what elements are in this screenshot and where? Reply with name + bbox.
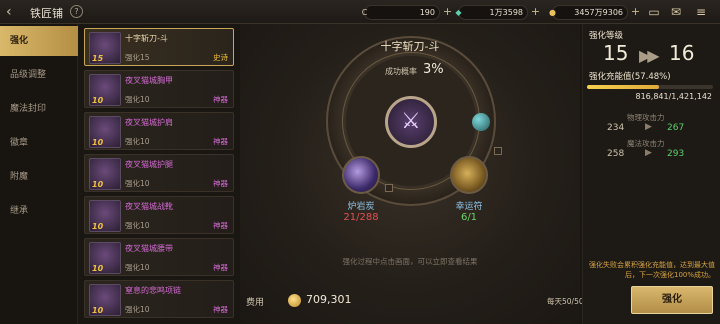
list-item[interactable]: 10 夜叉猫城胸甲 强化10 神器 (84, 70, 234, 108)
currency-gem: ◆ 1万3598 (455, 5, 528, 20)
equipment-list: 15 十字斩刀-斗 强化15 史诗 10 夜叉猫城胸甲 强化10 神器 10 夜… (84, 24, 236, 324)
item-icon: 10 (89, 242, 121, 274)
fee-value: 709,301 (306, 293, 352, 306)
mail-icon[interactable]: ✉ (667, 4, 685, 20)
currency-coin: ● 3457万9306 (549, 5, 628, 20)
item-rarity: 神器 (213, 305, 228, 314)
item-rarity: 神器 (213, 263, 228, 272)
success-rate-value: 3% (423, 62, 444, 77)
add-gem-button[interactable]: + (529, 5, 542, 18)
page-title: 铁匠铺 (30, 7, 63, 20)
magic-attack-old: 258 (607, 149, 625, 159)
material-slot-left[interactable] (342, 156, 380, 194)
tab-inherit[interactable]: 继承 (0, 196, 78, 226)
selected-item-slot[interactable]: ⚔ (385, 96, 437, 148)
fee-bar: 费用 709,301 (240, 288, 580, 314)
gear-socket-icon (494, 147, 502, 155)
category-tabs: 强化 品级调整 魔法封印 徽章 附魔 继承 (0, 24, 78, 324)
help-icon[interactable]: ? (70, 5, 83, 18)
item-name: 夜叉猫城胸甲 (125, 76, 173, 85)
material-right-count: 6/1 (460, 212, 478, 223)
coin-icon: ● (549, 8, 556, 17)
gold-c-icon: C (361, 8, 368, 17)
item-enhance: 强化15 (125, 53, 150, 62)
success-rate-label: 成功概率 (385, 67, 417, 76)
item-name: 夜叉猫城腰带 (125, 244, 173, 253)
charge-bar (587, 85, 713, 89)
charge-value: 816,841/1,421,142 (635, 92, 713, 101)
item-icon: 10 (89, 284, 121, 316)
magic-attack-new: 293 (667, 149, 685, 159)
top-bar: ‹ 铁匠铺 ? C 190 + ◆ 1万3598 + ● 3457万9306 +… (0, 0, 720, 24)
list-item[interactable]: 10 夜叉猫城腰带 强化10 神器 (84, 238, 234, 276)
item-icon: 10 (89, 158, 121, 190)
coin-icon (288, 294, 301, 307)
level-to: 16 (669, 41, 695, 65)
back-arrow-icon[interactable]: ‹ (6, 4, 22, 20)
enhance-workshop[interactable]: 十字斩刀-斗 成功概率 3% ⚔ 炉岩炭 21/288 幸运符 6/1 强化过程… (240, 24, 580, 324)
list-item[interactable]: 15 十字斩刀-斗 强化15 史诗 (84, 28, 234, 66)
phys-attack-old: 234 (607, 123, 625, 133)
bag-icon[interactable]: ▭ (645, 4, 663, 20)
selected-item-name: 十字斩刀-斗 (380, 40, 440, 53)
item-rarity: 神器 (213, 221, 228, 230)
item-icon: 10 (89, 74, 121, 106)
gem-icon: ◆ (455, 8, 462, 17)
item-name: 夜叉猫城战靴 (125, 202, 173, 211)
item-icon: 10 (89, 200, 121, 232)
material-left-count: 21/288 (343, 212, 379, 223)
item-rarity: 史诗 (213, 53, 228, 62)
tab-grade-adjust[interactable]: 品级调整 (0, 60, 78, 90)
item-enhance: 强化10 (125, 263, 150, 272)
item-enhance: 强化10 (125, 221, 150, 230)
item-enhance: 强化10 (125, 179, 150, 188)
item-name: 夜叉猫城护肩 (125, 118, 173, 127)
level-from: 15 (603, 41, 629, 65)
blade-icon: ⚔ (401, 109, 421, 134)
list-item[interactable]: 10 夜叉猫城战靴 强化10 神器 (84, 196, 234, 234)
level-arrow-icon: ▶▶ (639, 46, 660, 65)
item-rarity: 神器 (213, 179, 228, 188)
add-coin-button[interactable]: + (629, 5, 642, 18)
phys-attack-new: 267 (667, 123, 685, 133)
material-right-name: 幸运符 (455, 202, 483, 212)
tab-enchant[interactable]: 附魔 (0, 162, 78, 192)
item-icon: 15 (89, 32, 121, 64)
material-slot-right[interactable] (450, 156, 488, 194)
charge-bar-fill (587, 85, 660, 89)
item-name: 十字斩刀-斗 (125, 34, 168, 43)
tab-magic-seal[interactable]: 魔法封印 (0, 94, 78, 124)
currency-gem-value: 1万3598 (489, 8, 523, 17)
enhance-note: 强化失败会累积强化充能值，达到最大值后，下一次强化100%成功。 (589, 261, 715, 279)
item-rarity: 神器 (213, 137, 228, 146)
gear-socket-icon (385, 184, 393, 192)
item-enhance: 强化10 (125, 305, 150, 314)
stats-panel: 强化等级 15 ▶▶ 16 强化充能值(57.48%) 816,841/1,42… (582, 24, 720, 324)
tab-emblem[interactable]: 徽章 (0, 128, 78, 158)
orb-icon (472, 113, 490, 131)
currency-coin-value: 3457万9306 (574, 8, 623, 17)
list-item[interactable]: 10 窒息的悲鸣项链 强化10 神器 (84, 280, 234, 318)
level-label: 强化等级 (589, 31, 624, 41)
enhance-button[interactable]: 强化 (631, 286, 713, 314)
phys-arrow-icon: ▶ (645, 122, 652, 132)
charge-label: 强化充能值(57.48%) (589, 72, 671, 82)
hint-text: 强化过程中点击画面，可以立即查看结果 (342, 257, 478, 266)
item-enhance: 强化10 (125, 137, 150, 146)
item-name: 窒息的悲鸣项链 (125, 286, 181, 295)
menu-icon[interactable]: ≡ (692, 4, 710, 20)
list-item[interactable]: 10 夜叉猫城护肩 强化10 神器 (84, 112, 234, 150)
magic-arrow-icon: ▶ (645, 148, 652, 158)
list-item[interactable]: 10 夜叉猫城护腿 强化10 神器 (84, 154, 234, 192)
fee-label: 费用 (246, 298, 265, 308)
material-left-name: 炉岩炭 (347, 202, 375, 212)
item-rarity: 神器 (213, 95, 228, 104)
tab-enhance[interactable]: 强化 (0, 26, 78, 56)
item-icon: 10 (89, 116, 121, 148)
item-name: 夜叉猫城护腿 (125, 160, 173, 169)
currency-gold-c-value: 190 (419, 8, 435, 17)
item-enhance: 强化10 (125, 95, 150, 104)
currency-gold-c: C 190 (362, 5, 440, 20)
